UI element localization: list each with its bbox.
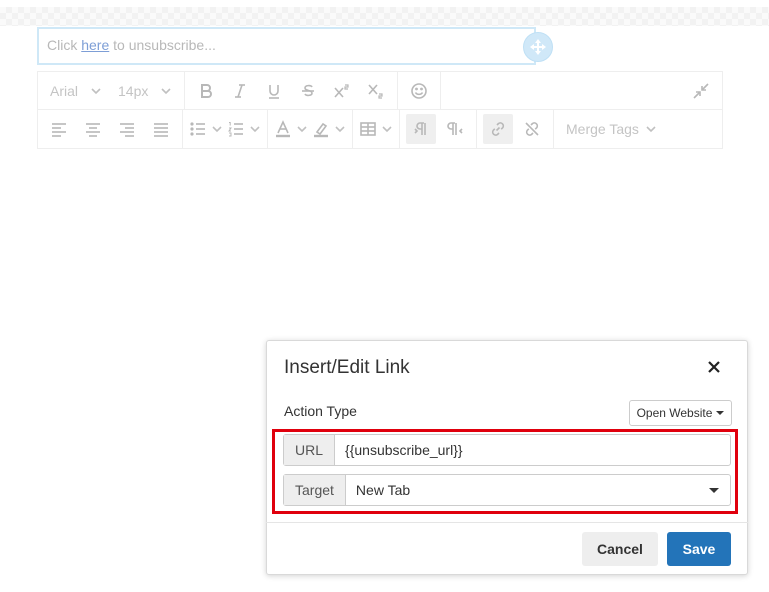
move-handle[interactable]: [523, 32, 553, 62]
font-size-value: 14px: [118, 82, 149, 99]
remove-link-button[interactable]: [517, 114, 547, 144]
text-block-editor[interactable]: Click here to unsubscribe...: [37, 27, 536, 65]
editor-text-before: Click: [47, 37, 82, 53]
bold-icon: [201, 83, 213, 98]
chevron-down-icon: [382, 126, 392, 133]
font-size-select[interactable]: 14px: [110, 83, 180, 99]
ltr-button[interactable]: [406, 114, 436, 144]
chevron-down-icon: [161, 87, 171, 94]
target-field: Target New Tab: [283, 474, 731, 506]
font-group: Arial 14px: [38, 72, 186, 109]
emoji-button[interactable]: [404, 76, 434, 106]
action-type-dropdown[interactable]: Open Website: [629, 400, 732, 426]
align-group: [38, 110, 183, 148]
action-type-value: Open Website: [636, 406, 713, 420]
bullet-list-icon: [190, 122, 205, 136]
caret-down-icon: [709, 487, 719, 493]
chevron-down-icon: [335, 126, 345, 133]
align-right-icon: [120, 123, 134, 137]
url-field: URL {{unsubscribe_url}}: [283, 434, 731, 466]
underline-icon: [269, 84, 280, 99]
chevron-down-icon: [212, 126, 222, 133]
table-icon: [360, 122, 376, 136]
format-group: [185, 72, 399, 109]
target-label: Target: [284, 475, 346, 505]
subscript-icon: [368, 83, 383, 99]
smiley-icon: [411, 82, 428, 99]
list-group: [183, 110, 268, 148]
caret-down-icon: [716, 411, 725, 415]
close-icon: [708, 361, 720, 373]
url-input[interactable]: {{unsubscribe_url}}: [335, 435, 730, 465]
insert-link-button[interactable]: [483, 114, 513, 144]
highlight-color-button[interactable]: [312, 114, 346, 144]
collapse-icon: [693, 82, 709, 99]
align-justify-button[interactable]: [146, 114, 176, 144]
merge-tags-dropdown[interactable]: Merge Tags: [558, 121, 665, 137]
strikethrough-button[interactable]: [293, 76, 323, 106]
font-family-select[interactable]: Arial: [42, 83, 110, 99]
link-group: [477, 110, 554, 148]
link-icon: [491, 122, 505, 136]
align-left-icon: [52, 123, 66, 137]
action-type-label: Action Type: [284, 403, 357, 419]
strikethrough-icon: [302, 84, 315, 96]
italic-button[interactable]: [225, 76, 255, 106]
url-label: URL: [284, 435, 336, 465]
bullet-list-button[interactable]: [189, 114, 223, 144]
italic-icon: [235, 83, 246, 98]
move-icon: [530, 39, 546, 55]
table-group: [353, 110, 400, 148]
align-justify-icon: [154, 123, 168, 137]
toolbar-row-2: Merge Tags: [37, 110, 723, 149]
align-center-icon: [86, 123, 100, 137]
rtl-paragraph-icon: [447, 122, 463, 135]
collapse-group: [680, 72, 722, 109]
ltr-paragraph-icon: [414, 122, 426, 135]
cancel-button[interactable]: Cancel: [582, 532, 658, 566]
rtl-button[interactable]: [440, 114, 470, 144]
align-right-button[interactable]: [112, 114, 142, 144]
target-select[interactable]: New Tab: [346, 475, 709, 505]
align-center-button[interactable]: [78, 114, 108, 144]
chevron-down-icon: [91, 87, 101, 94]
superscript-button[interactable]: [327, 76, 357, 106]
editor-link-text[interactable]: here: [81, 37, 109, 53]
text-color-button[interactable]: [274, 114, 308, 144]
numbered-list-button[interactable]: [227, 114, 261, 144]
save-button[interactable]: Save: [667, 532, 731, 566]
superscript-icon: [334, 83, 349, 98]
dialog-footer-divider: [266, 522, 748, 523]
direction-group: [400, 110, 477, 148]
font-family-value: Arial: [50, 82, 79, 99]
chevron-down-icon: [250, 126, 260, 133]
close-button[interactable]: [704, 357, 724, 377]
chevron-down-icon: [297, 126, 307, 133]
merge-tags-label: Merge Tags: [566, 121, 639, 137]
unlink-icon: [525, 122, 539, 136]
dialog-title: Insert/Edit Link: [284, 357, 410, 378]
toolbar-row-1: Arial 14px: [37, 71, 723, 110]
canvas-background: [0, 7, 769, 26]
align-left-button[interactable]: [44, 114, 74, 144]
collapse-button[interactable]: [686, 76, 716, 106]
merge-tags-group: Merge Tags: [554, 110, 669, 148]
highlighter-icon: [314, 122, 328, 138]
color-group: [268, 110, 353, 148]
emoji-group: [398, 72, 442, 109]
subscript-button[interactable]: [361, 76, 391, 106]
text-color-icon: [276, 120, 290, 138]
bold-button[interactable]: [191, 76, 221, 106]
table-button[interactable]: [359, 114, 393, 144]
numbered-list-icon: [228, 122, 243, 137]
chevron-down-icon: [646, 126, 656, 133]
underline-button[interactable]: [259, 76, 289, 106]
editor-text-after: to unsubscribe...: [109, 37, 216, 53]
